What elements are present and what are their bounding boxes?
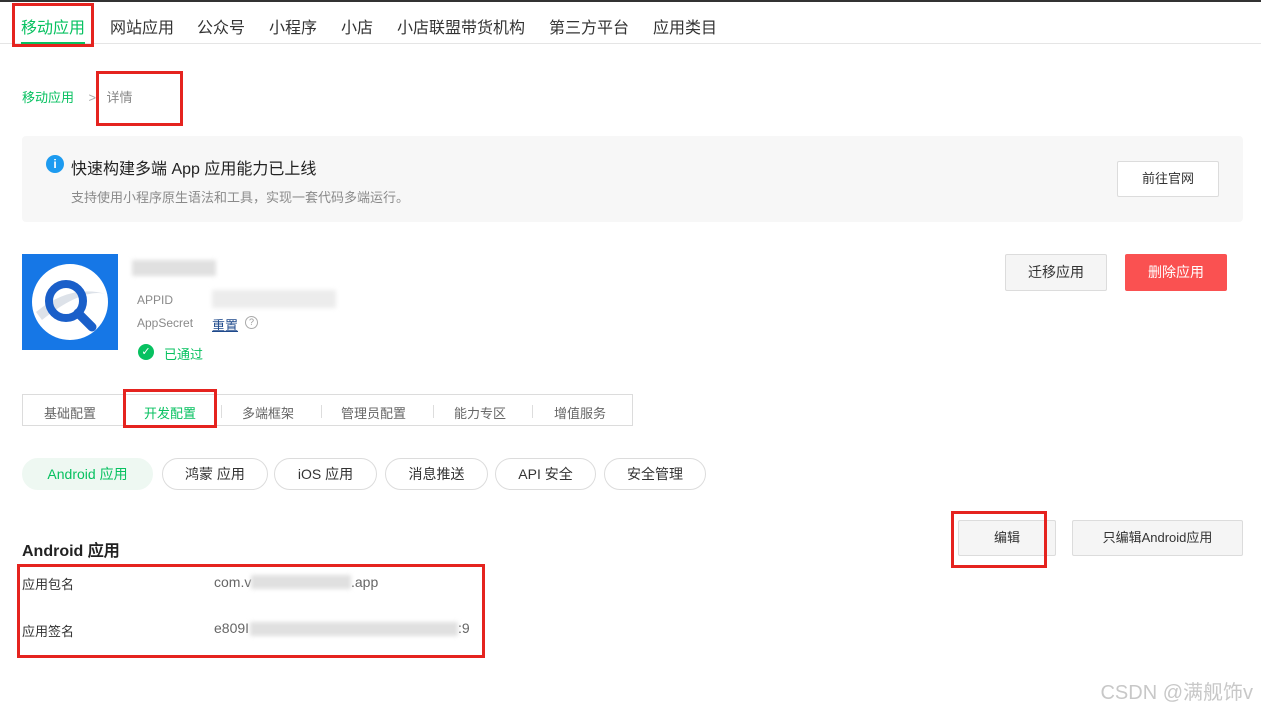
watermark: CSDN @满舰饰v [1100,682,1253,704]
app-name-redacted [132,260,216,276]
top-nav-mini-program[interactable]: 小程序 [269,14,317,38]
pill-push-message[interactable]: 消息推送 [385,458,488,490]
top-nav-website-app[interactable]: 网站应用 [110,14,174,38]
pill-api-security[interactable]: API 安全 [495,458,596,490]
package-name-redacted [251,575,351,589]
package-name-label: 应用包名 [22,577,75,592]
migrate-app-button[interactable]: 迁移应用 [1005,254,1107,291]
pill-harmony-app[interactable]: 鸿蒙 应用 [162,458,268,490]
pill-ios-app[interactable]: iOS 应用 [274,458,377,490]
signature-value-start: e809I [214,620,250,636]
banner-subtitle: 支持使用小程序原生语法和工具，实现一套代码多端运行。 [71,190,410,205]
breadcrumb-current: 详情 [106,90,133,105]
delete-app-button[interactable]: 删除应用 [1125,254,1227,291]
top-nav-third-party[interactable]: 第三方平台 [549,14,629,38]
tab-divider [221,405,222,418]
top-nav-shop-alliance[interactable]: 小店联盟带货机构 [397,14,525,38]
top-nav-mobile-app[interactable]: 移动应用 [21,14,85,38]
tab-divider [321,405,322,418]
app-logo [22,254,118,350]
signature-value-end: :9 [458,620,470,636]
top-nav-official-account[interactable]: 公众号 [197,14,245,38]
tab-admin-config[interactable]: 管理员配置 [341,403,406,422]
help-icon[interactable]: ? [245,316,258,329]
info-icon: i [46,155,64,173]
appsecret-label: AppSecret [137,316,194,330]
tab-basic-config[interactable]: 基础配置 [44,403,96,422]
edit-button[interactable]: 编辑 [958,520,1056,556]
tab-multi-framework[interactable]: 多端框架 [242,403,294,422]
config-tabs: 基础配置 开发配置 多端框架 管理员配置 能力专区 增值服务 [22,394,633,426]
signature-label: 应用签名 [22,624,75,639]
tab-dev-config[interactable]: 开发配置 [144,403,196,422]
top-nav-shop[interactable]: 小店 [341,14,373,38]
breadcrumb-separator-icon: > [88,90,97,105]
pill-security-management[interactable]: 安全管理 [604,458,706,490]
edit-android-only-button[interactable]: 只编辑Android应用 [1072,520,1243,556]
banner-title: 快速构建多端 App 应用能力已上线 [71,161,317,178]
appid-label: APPID [137,293,174,307]
reset-secret-link[interactable]: 重置 [212,315,238,334]
top-nav-bar: 移动应用 网站应用 公众号 小程序 小店 小店联盟带货机构 第三方平台 应用类目 [0,0,1261,45]
pill-android-app[interactable]: Android 应用 [22,458,153,490]
tab-capabilities[interactable]: 能力专区 [454,403,506,422]
tab-value-added[interactable]: 增值服务 [554,403,606,422]
tab-divider [532,405,533,418]
top-nav-app-category[interactable]: 应用类目 [653,14,717,38]
package-name-value-end: .app [351,574,379,590]
active-tab-indicator [21,42,85,45]
section-title: Android 应用 [22,543,120,560]
status-badge: 已通过 [164,347,204,362]
package-name-value-start: com.v [214,574,252,590]
go-to-website-button[interactable]: 前往官网 [1117,161,1219,197]
tab-divider [124,405,125,418]
announcement-banner [22,136,1243,222]
check-circle-icon: ✓ [138,344,154,360]
breadcrumb-parent[interactable]: 移动应用 [22,90,74,105]
tab-divider [433,405,434,418]
signature-redacted [250,622,458,636]
breadcrumb: 移动应用 > 详情 [22,87,133,107]
appid-value-redacted [212,290,336,308]
